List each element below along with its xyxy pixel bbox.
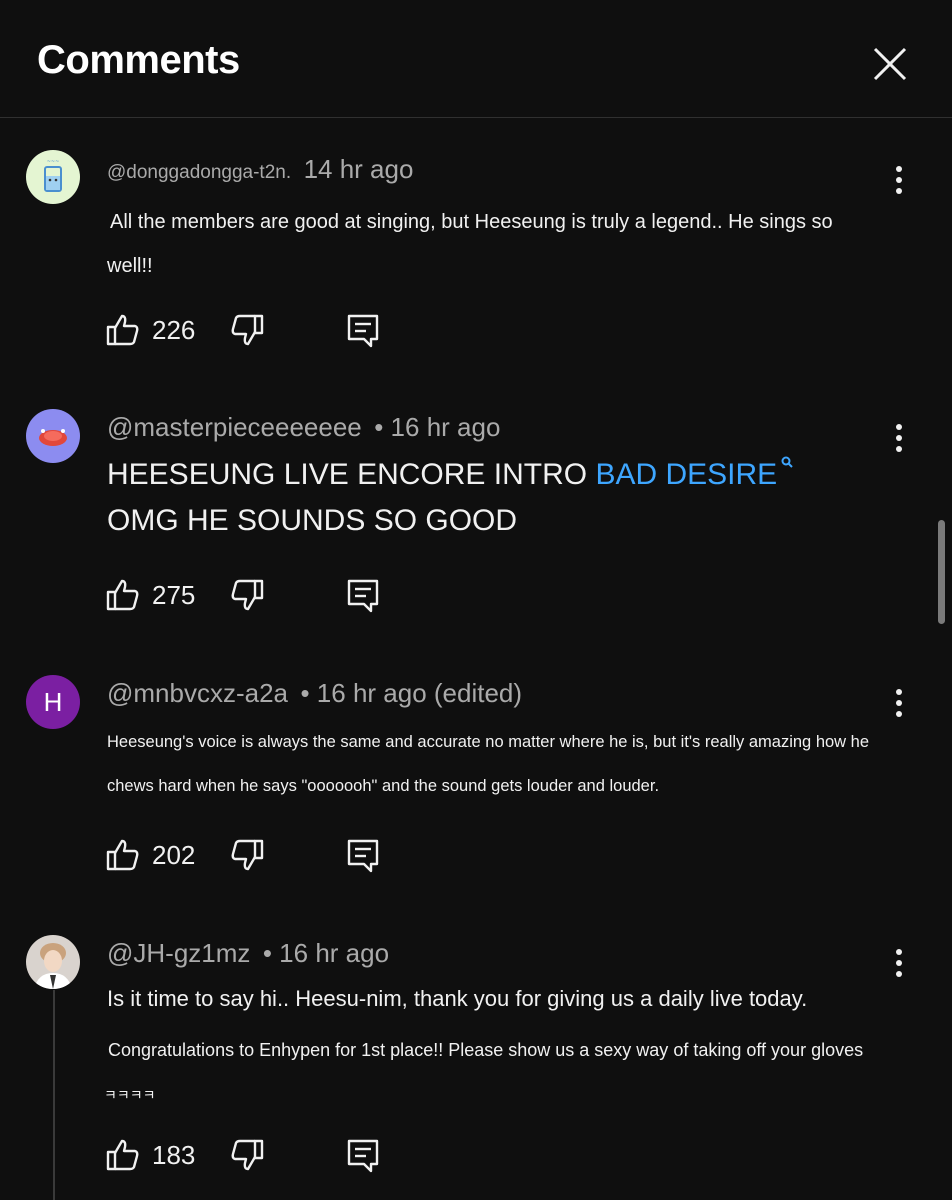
comment-author-line: @donggadongga-t2n. 14 hr ago	[107, 154, 413, 185]
comment-text: HEESEUNG LIVE ENCORE INTRO BAD DESIRE OM…	[107, 452, 887, 544]
comment-text-part: OMG HE SOUNDS SO GOOD	[107, 504, 518, 537]
comment-text-part: Congratulations to Enhypen for 1st place…	[108, 1040, 864, 1060]
comment-time: • 16 hr ago	[374, 412, 501, 442]
comment-text-line: Is it time to say hi.. Heesu-nim, thank …	[107, 986, 808, 1011]
comments-header: Comments	[0, 0, 952, 118]
reply-thread-line	[53, 990, 55, 1200]
search-icon[interactable]	[777, 456, 811, 491]
author-handle[interactable]: @JH-gz1mz	[107, 938, 250, 968]
comment-author-line: @mnbvcxz-a2a • 16 hr ago (edited)	[107, 678, 522, 709]
comment-author-line: @masterpieceeeeeee • 16 hr ago	[107, 412, 500, 443]
reply-icon[interactable]	[344, 311, 382, 349]
thumbs-up-icon[interactable]	[104, 1136, 142, 1174]
author-handle[interactable]: @masterpieceeeeeee	[107, 412, 362, 442]
thumbs-up-icon[interactable]	[104, 836, 142, 874]
avatar[interactable]: H	[26, 675, 80, 729]
comment-text-suffix: ㅋㅋㅋㅋ	[104, 1087, 156, 1103]
avatar[interactable]: ~~~	[26, 150, 80, 204]
comment-time: • 16 hr ago (edited)	[300, 678, 523, 708]
more-options-icon[interactable]	[884, 162, 914, 198]
comment-author-line: @JH-gz1mz • 16 hr ago	[107, 938, 389, 969]
reply-icon[interactable]	[344, 836, 382, 874]
reply-icon[interactable]	[344, 576, 382, 614]
thumbs-down-icon[interactable]	[228, 836, 266, 874]
author-handle[interactable]: @donggadongga-t2n.	[107, 162, 291, 183]
thumbs-up-icon[interactable]	[104, 576, 142, 614]
hashtag-link[interactable]: BAD DESIRE	[595, 458, 777, 491]
reply-icon[interactable]	[344, 1136, 382, 1174]
thumbs-down-icon[interactable]	[228, 311, 266, 349]
avatar[interactable]	[26, 409, 80, 463]
scrollbar-thumb[interactable]	[938, 520, 945, 624]
more-options-icon[interactable]	[884, 945, 914, 981]
close-icon[interactable]	[866, 40, 914, 88]
comment-text: All the members are good at singing, but…	[107, 211, 833, 277]
panel-title: Comments	[37, 38, 240, 82]
like-count: 183	[152, 1140, 196, 1170]
like-count: 275	[152, 580, 196, 610]
avatar[interactable]	[26, 935, 80, 989]
thumbs-down-icon[interactable]	[228, 576, 266, 614]
like-count: 202	[152, 840, 196, 870]
comment-text: Heeseung's voice is always the same and …	[107, 733, 870, 795]
avatar-letter: H	[43, 686, 63, 717]
comment-time: 14 hr ago	[303, 154, 414, 184]
thumbs-down-icon[interactable]	[228, 1136, 266, 1174]
svg-text:~~~: ~~~	[47, 159, 60, 165]
more-options-icon[interactable]	[884, 685, 914, 721]
author-handle[interactable]: @mnbvcxz-a2a	[107, 678, 288, 708]
thumbs-up-icon[interactable]	[104, 311, 142, 349]
comment-time: • 16 hr ago	[262, 938, 390, 968]
more-options-icon[interactable]	[884, 420, 914, 456]
comment-text-line: Congratulations to Enhypen for 1st place…	[104, 1028, 874, 1117]
comment-text-part: HEESEUNG LIVE ENCORE INTRO	[107, 458, 596, 491]
like-count: 226	[152, 315, 196, 345]
